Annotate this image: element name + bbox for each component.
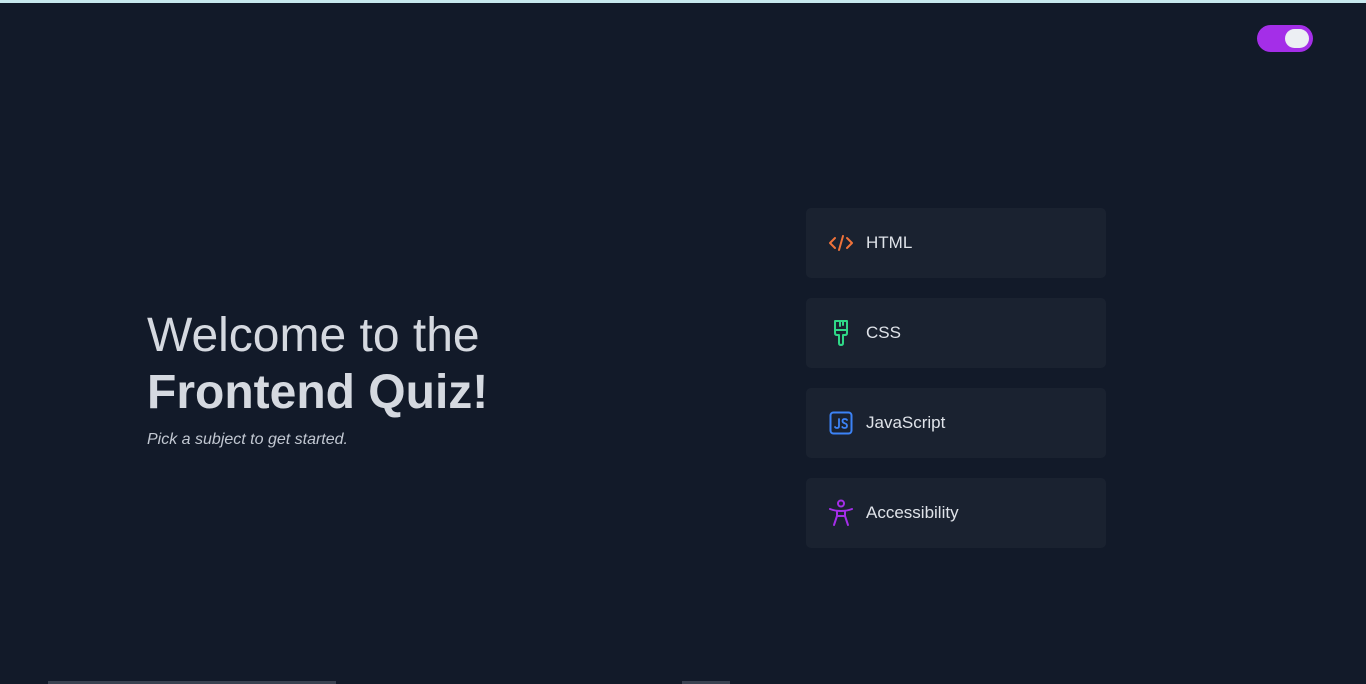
subject-css-button[interactable]: CSS xyxy=(806,298,1106,368)
subject-label: Accessibility xyxy=(866,503,959,522)
toggle-knob xyxy=(1285,29,1309,48)
subject-accessibility-button[interactable]: Accessibility xyxy=(806,478,1106,548)
accessibility-icon xyxy=(828,499,854,527)
subject-label: JavaScript xyxy=(866,413,946,432)
code-icon xyxy=(828,229,854,257)
subject-label: HTML xyxy=(866,233,913,252)
subtitle: Pick a subject to get started. xyxy=(147,431,348,448)
title-line-1: Welcome to the xyxy=(147,309,480,362)
subject-list: HTML CSS JavaScript Accessibility xyxy=(806,208,1106,568)
subject-label: CSS xyxy=(866,323,901,342)
title-line-2: Frontend Quiz! xyxy=(147,366,489,419)
paintbrush-icon xyxy=(828,319,854,347)
top-border xyxy=(0,0,1366,3)
subject-javascript-button[interactable]: JavaScript xyxy=(806,388,1106,458)
welcome-section: Welcome to the Frontend Quiz! Pick a sub… xyxy=(147,308,667,450)
subject-html-button[interactable]: HTML xyxy=(806,208,1106,278)
js-icon xyxy=(828,409,854,437)
theme-toggle[interactable] xyxy=(1257,25,1313,52)
